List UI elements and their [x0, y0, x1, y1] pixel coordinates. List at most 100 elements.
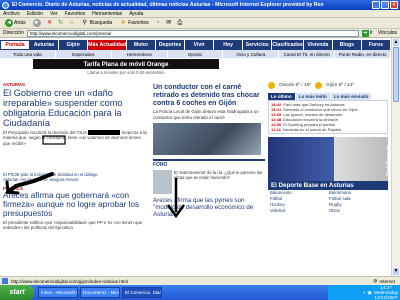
nav-motor[interactable]: Motor	[127, 40, 157, 50]
window-title: El Comercio. Diario de Asturias, noticia…	[12, 2, 324, 8]
subnav-item[interactable]: Ocio y Cultura	[223, 50, 280, 58]
address-label: Dirección	[3, 30, 24, 36]
menu-ayuda[interactable]: Ayuda	[129, 11, 143, 17]
favorites-button[interactable]: ★ Favoritos	[117, 19, 151, 28]
refresh-icon[interactable]: ↻	[57, 19, 65, 27]
volume-icon[interactable]: ◖	[363, 290, 366, 295]
tab-lo-mas-leido[interactable]: Lo más leído	[295, 93, 330, 100]
go-label: Ir	[369, 30, 373, 36]
sport-title[interactable]: El Deporte Base en Asturias	[268, 181, 388, 190]
minimize-button[interactable]: _	[372, 1, 380, 9]
menu-bar: Archivo Edición Ver Favoritos Herramient…	[0, 10, 400, 18]
subnav-item[interactable]: Punto Radio, en directo	[335, 50, 392, 58]
nav-servicios[interactable]: Servicios	[243, 40, 273, 50]
back-button[interactable]: ◄ Atrás	[3, 19, 28, 28]
scroll-up-icon[interactable]: ▲	[393, 39, 399, 46]
tab-lo-mas-enviado[interactable]: Lo más enviado	[330, 93, 372, 100]
gijon-headline[interactable]: Un conductor con el carné retirado es de…	[153, 84, 265, 107]
back-label: Atrás	[14, 20, 26, 26]
search-icon: ⚲	[82, 20, 87, 26]
home-icon[interactable]: ⌂	[68, 19, 76, 27]
system-tray: ◖ ▣ 14:27 Wednesday 12/12/2007	[328, 285, 400, 300]
search-button[interactable]: ⚲ Búsqueda	[79, 19, 115, 28]
task-outlook[interactable]: Inbox - Microsoft Out...	[38, 287, 78, 298]
lead-body-a: El Principado recurrirá la decisión del …	[3, 130, 88, 135]
menu-herramientas[interactable]: Herramientas	[92, 11, 122, 17]
toolbar: ◄ Atrás ► ✕ ↻ ⌂ ⚲ Búsqueda ★ Favoritos ◔…	[0, 18, 400, 29]
task-list: Inbox - Microsoft Out... Document1 - Mic…	[38, 287, 328, 298]
website: Portada Asturias Gijón Más Actualidad Mo…	[0, 38, 392, 276]
links-label[interactable]: Vínculos	[378, 30, 400, 36]
nav-blogs[interactable]: Blogs	[332, 40, 362, 50]
network-icon[interactable]: ▣	[367, 290, 371, 296]
sun-icon	[315, 82, 323, 89]
ie-logo-icon	[2, 1, 9, 9]
menu-favoritos[interactable]: Favoritos	[65, 11, 86, 17]
vertical-scrollbar[interactable]: ▲ ▼	[391, 38, 400, 276]
menu-ver[interactable]: Ver	[50, 11, 58, 17]
nav-hoy[interactable]: Hoy	[214, 40, 244, 50]
second-headline[interactable]: Areces afirma que gobernará «con firmeza…	[3, 191, 149, 218]
sun-icon	[268, 82, 275, 89]
address-input[interactable]	[26, 29, 359, 37]
globe-icon: ◍	[373, 278, 378, 283]
menu-edicion[interactable]: Edición	[27, 11, 43, 17]
nav-vivir[interactable]: Vivir	[185, 40, 215, 50]
promo-banner[interactable]: Tarifa Plana de móvil Orange	[33, 59, 219, 69]
nav-mas-actualidad[interactable]: Más Actualidad	[88, 40, 127, 50]
star-icon: ★	[120, 20, 126, 26]
tab-lo-ultimo[interactable]: Lo último	[268, 93, 295, 100]
gijon-body: La Policía Local de Gijón detuvo esta ma…	[153, 109, 259, 120]
pymes-headline[interactable]: Areces afirma que las pymes son "modelo …	[153, 197, 265, 218]
related-link[interactable]: Asturias «no es Madrid» asegura Areces	[3, 177, 149, 182]
nav-deportes[interactable]: Deportes	[156, 40, 186, 50]
subnav-item[interactable]: Hemeroteca	[112, 50, 168, 58]
scroll-down-icon[interactable]: ▼	[393, 268, 399, 275]
sport-links: Baloncesto Balonmano Fútbol Fútbol sala …	[268, 190, 388, 214]
lead-body: El Principado recurrirá la decisión del …	[3, 130, 149, 146]
sport-photo[interactable]: TodoDeporte	[268, 137, 392, 181]
mail-icon[interactable]: ✉	[165, 19, 173, 27]
list-item[interactable]: 12:11 Nevadas en el puerto de Pajares	[271, 127, 385, 132]
subnav-item[interactable]: Toda una vida	[0, 50, 56, 58]
nav-asturias[interactable]: Asturias	[30, 40, 60, 50]
lead-headline[interactable]: El Gobierno cree un «daño irreparable» s…	[3, 88, 149, 128]
page-icon	[2, 278, 8, 284]
taskbar: start Inbox - Microsoft Out... Document1…	[0, 285, 400, 300]
forward-button[interactable]: ►	[31, 19, 43, 28]
task-ie[interactable]: El Comercio. Diario de...	[122, 287, 162, 298]
page-viewport: Portada Asturias Gijón Más Actualidad Mo…	[0, 38, 400, 276]
scroll-thumb[interactable]	[393, 47, 399, 102]
zone-label: Internet	[379, 278, 395, 284]
start-button[interactable]: start	[0, 285, 34, 300]
task-word[interactable]: Document1 - Microsof...	[80, 287, 120, 298]
weather-oviedo: Oviedo 5º / 15º	[279, 83, 312, 88]
status-bar: http://www.elcomerciodigital.com/gijon/i…	[0, 276, 400, 285]
close-button[interactable]: ×	[390, 1, 398, 9]
weather-widget[interactable]: Oviedo 5º / 15º Gijón 8º / 14º	[268, 82, 388, 89]
subnav-item[interactable]: Oposic	[168, 50, 224, 58]
nav-foros[interactable]: Foros	[361, 40, 391, 50]
address-bar: Dirección ➜ Ir Vínculos	[0, 29, 400, 38]
nav-gijon[interactable]: Gijón	[59, 40, 89, 50]
latest-list: 13:42 Paro más que Sarkozy en Asturias 13…	[268, 100, 388, 134]
stop-icon[interactable]: ✕	[46, 19, 54, 27]
clock[interactable]: 14:27 Wednesday 12/12/2007	[374, 285, 398, 300]
nav-vivienda[interactable]: Vivienda	[303, 40, 333, 50]
maximize-button[interactable]: □	[381, 1, 389, 9]
window-titlebar: El Comercio. Diario de Asturias, noticia…	[0, 0, 400, 10]
go-button[interactable]: ➜ Ir	[361, 29, 375, 37]
foro-image[interactable]	[153, 169, 172, 194]
history-icon[interactable]: ◔	[154, 19, 162, 27]
foro-title: FORO	[153, 158, 265, 168]
news-photo[interactable]	[153, 122, 261, 155]
nav-portada[interactable]: Portada	[0, 40, 31, 50]
nav-clasificados[interactable]: Clasificados	[272, 40, 304, 50]
foro-text[interactable]: El 'soterramiento' de la ría. ¿Qué le pa…	[174, 170, 265, 194]
menu-archivo[interactable]: Archivo	[3, 11, 20, 17]
subnav-item[interactable]: Especiales	[56, 50, 112, 58]
sport-link[interactable]: Voleibol	[270, 208, 329, 214]
print-icon[interactable]: ⎙	[176, 19, 184, 27]
sport-link[interactable]: Otros	[329, 208, 388, 214]
subnav-item[interactable]: Canal El Tit. en directo	[279, 50, 336, 58]
